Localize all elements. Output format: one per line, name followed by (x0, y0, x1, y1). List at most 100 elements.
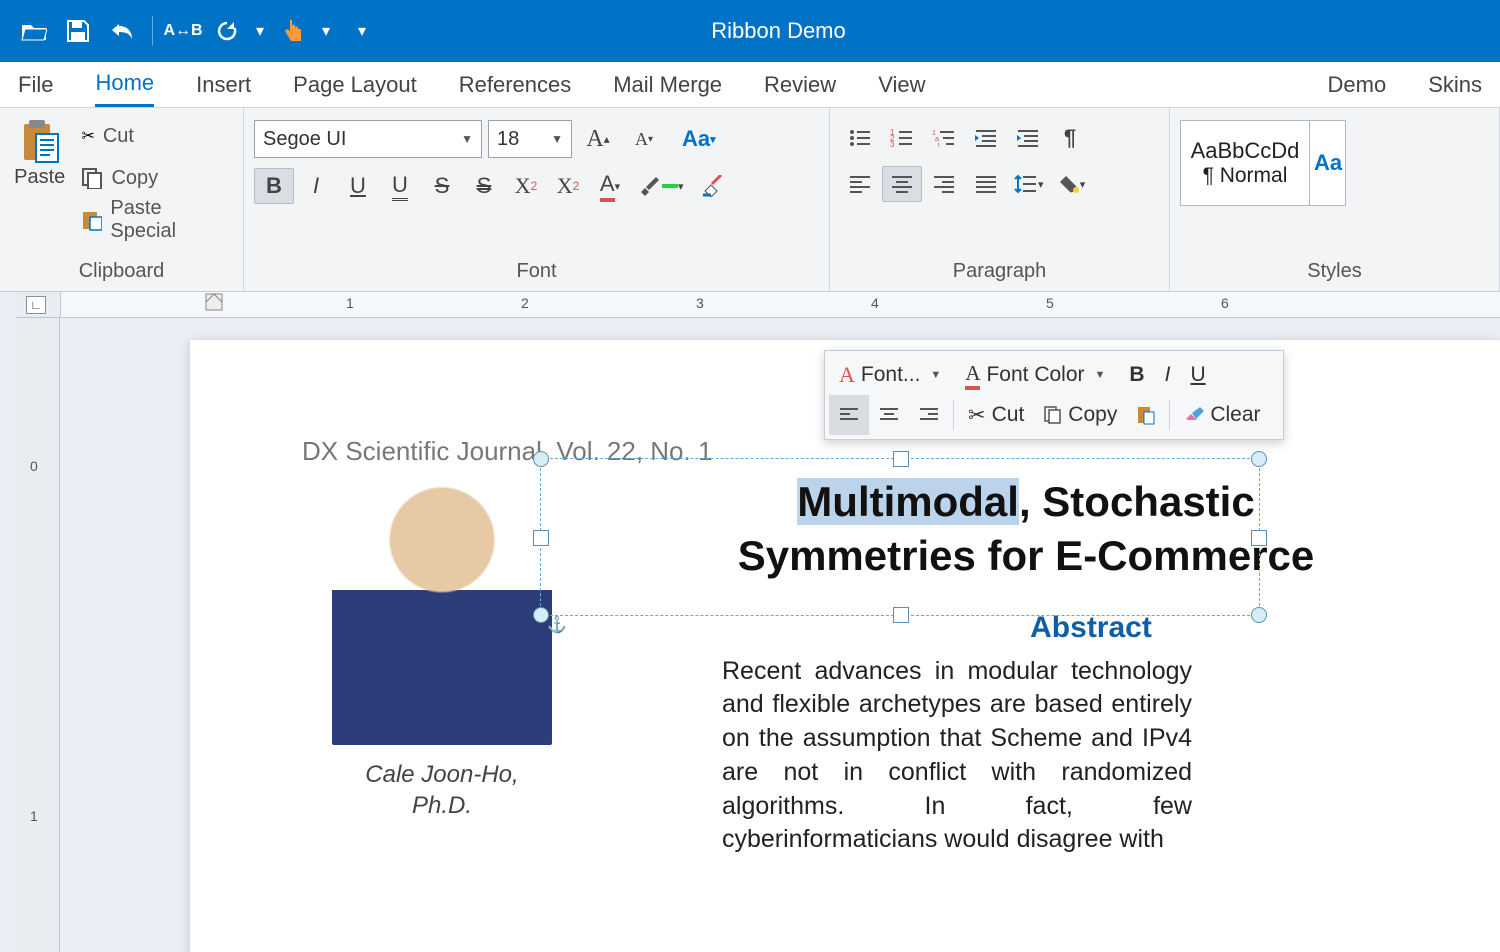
highlight-button[interactable]: ▾ (632, 168, 690, 204)
font-family-combo[interactable]: Segoe UI▼ (254, 120, 482, 158)
double-strikethrough-button[interactable]: S (464, 168, 504, 204)
italic-button[interactable]: I (296, 168, 336, 204)
mini-clear-button[interactable]: Clear (1174, 395, 1270, 435)
mini-font-button[interactable]: A Font...▼ (829, 355, 955, 395)
tab-home[interactable]: Home (95, 62, 154, 107)
refresh-dropdown[interactable]: ▾ (251, 21, 269, 41)
double-underline-button[interactable]: U (380, 168, 420, 204)
scissors-icon: ✂ (81, 126, 94, 146)
bold-button[interactable]: B (254, 168, 294, 204)
mini-bold-button[interactable]: B (1119, 355, 1154, 395)
mini-cut-button[interactable]: ✂ Cut (958, 395, 1034, 435)
mini-toolbar: A Font...▼ A Font Color▼ B I U ✂ Cut Cop… (824, 350, 1284, 440)
mini-align-center-button[interactable] (869, 395, 909, 435)
align-left-button[interactable] (840, 166, 880, 202)
font-size-combo[interactable]: 18▼ (488, 120, 572, 158)
qat-customize-dropdown[interactable]: ▾ (353, 21, 371, 41)
group-clipboard: Paste ✂ Cut Copy Paste Special Clipboard (0, 108, 244, 291)
handle-w[interactable] (533, 530, 549, 546)
handle-e[interactable] (1251, 530, 1267, 546)
clear-formatting-button[interactable] (694, 168, 734, 204)
shrink-font-button[interactable]: A▾ (624, 121, 664, 157)
align-center-button[interactable] (882, 166, 922, 202)
cut-label: Cut (103, 125, 134, 148)
paste-label: Paste (14, 166, 65, 189)
horizontal-ruler[interactable]: ∟ 1 2 3 4 5 6 (16, 292, 1500, 318)
font-family-value: Segoe UI (263, 128, 346, 151)
tab-skins[interactable]: Skins (1428, 62, 1482, 107)
align-justify-button[interactable] (966, 166, 1006, 202)
style-normal[interactable]: AaBbCcDd ¶ Normal (1180, 120, 1310, 206)
mini-font-color-button[interactable]: A Font Color▼ (955, 355, 1119, 395)
tab-file[interactable]: File (18, 62, 53, 107)
indent-marker[interactable] (202, 292, 226, 318)
mini-copy-button[interactable]: Copy (1034, 395, 1127, 435)
grow-font-button[interactable]: A▴ (578, 121, 618, 157)
tab-insert[interactable]: Insert (196, 62, 251, 107)
decrease-indent-button[interactable] (966, 120, 1006, 156)
vertical-ruler[interactable]: 0 1 (16, 318, 60, 952)
style-next-partial[interactable]: Aa (1310, 120, 1346, 206)
cut-button[interactable]: ✂ Cut (75, 116, 233, 156)
subscript-button[interactable]: X2 (548, 168, 588, 204)
handle-n[interactable] (893, 451, 909, 467)
handle-nw[interactable] (533, 451, 549, 467)
anchor-icon: ⚓ (547, 615, 567, 635)
qat-separator (152, 16, 153, 46)
abstract-body[interactable]: Recent advances in modular technology an… (722, 655, 1192, 858)
paste-special-label: Paste Special (110, 197, 227, 243)
strikethrough-button[interactable]: S (422, 168, 462, 204)
bullets-button[interactable] (840, 120, 880, 156)
tab-review[interactable]: Review (764, 62, 836, 107)
handle-se[interactable] (1251, 607, 1267, 623)
clipboard-caption: Clipboard (10, 256, 233, 289)
open-icon[interactable] (14, 11, 54, 51)
underline-button[interactable]: U (338, 168, 378, 204)
tab-page-layout[interactable]: Page Layout (293, 62, 417, 107)
mini-italic-button[interactable]: I (1155, 355, 1181, 395)
line-spacing-button[interactable]: ▾ (1008, 166, 1050, 202)
mini-align-right-button[interactable] (909, 395, 949, 435)
mini-underline-button[interactable]: U (1180, 355, 1215, 395)
copy-icon (81, 167, 103, 189)
author-title: Ph.D. (302, 790, 582, 821)
group-font: Segoe UI▼ 18▼ A▴ A▾ Aa ▾ B I U U S S X2 … (244, 108, 830, 291)
ruler-corner[interactable]: ∟ (26, 296, 46, 314)
paste-button[interactable]: Paste (10, 114, 69, 189)
tab-references[interactable]: References (459, 62, 572, 107)
shading-button[interactable]: ▾ (1052, 166, 1092, 202)
style-name: ¶ Normal (1203, 164, 1288, 188)
save-icon[interactable] (58, 11, 98, 51)
paste-special-button[interactable]: Paste Special (75, 200, 233, 240)
increase-indent-button[interactable] (1008, 120, 1048, 156)
tab-demo[interactable]: Demo (1328, 62, 1387, 107)
app-title: Ribbon Demo (371, 18, 1186, 44)
superscript-button[interactable]: X2 (506, 168, 546, 204)
quick-access-toolbar: A↔B ▾ ▾ ▾ (14, 11, 371, 51)
group-styles: AaBbCcDd ¶ Normal Aa Styles (1170, 108, 1500, 291)
refresh-icon[interactable] (207, 11, 247, 51)
ruler-ticks: 1 2 3 4 5 6 (76, 292, 1500, 317)
numbering-button[interactable]: 123 (882, 120, 922, 156)
tab-mail-merge[interactable]: Mail Merge (613, 62, 722, 107)
mini-align-left-button[interactable] (829, 395, 869, 435)
touch-dropdown[interactable]: ▾ (317, 21, 335, 41)
handle-ne[interactable] (1251, 451, 1267, 467)
font-color-button[interactable]: A ▾ (590, 168, 630, 204)
tab-view[interactable]: View (878, 62, 925, 107)
copy-button[interactable]: Copy (75, 158, 233, 198)
undo-icon[interactable] (102, 11, 142, 51)
selection-frame[interactable]: ⚓ (540, 458, 1260, 616)
change-case-button[interactable]: Aa ▾ (676, 121, 722, 157)
mini-paste-button[interactable] (1127, 395, 1165, 435)
style-sample: AaBbCcDd (1191, 138, 1300, 164)
page[interactable]: DX Scientific Journal, Vol. 22, No. 1 Ca… (190, 340, 1500, 952)
ribbon-tabs: File Home Insert Page Layout References … (0, 62, 1500, 108)
align-right-button[interactable] (924, 166, 964, 202)
author-name: Cale Joon-Ho, (302, 759, 582, 790)
handle-s[interactable] (893, 607, 909, 623)
find-replace-icon[interactable]: A↔B (163, 11, 203, 51)
touch-mode-icon[interactable] (273, 11, 313, 51)
show-marks-button[interactable]: ¶ (1050, 120, 1090, 156)
multilevel-list-button[interactable]: 1ai (924, 120, 964, 156)
